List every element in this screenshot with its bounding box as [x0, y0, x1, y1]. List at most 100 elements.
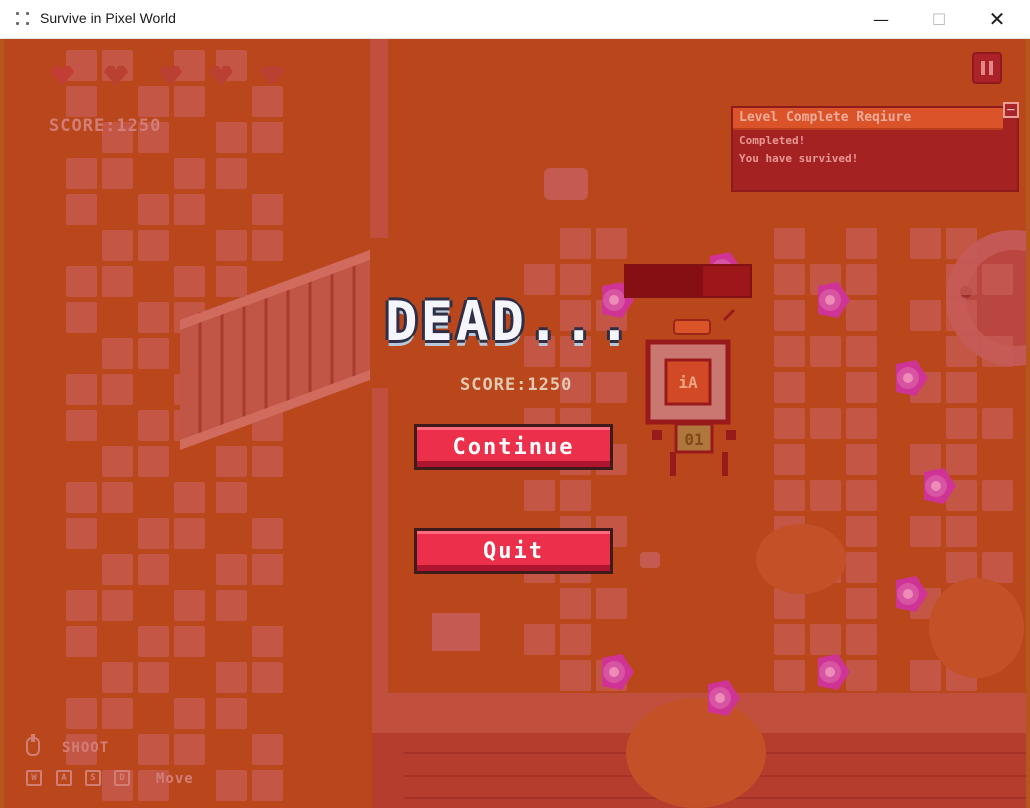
floor-tile	[138, 734, 169, 765]
floor-tile	[846, 516, 877, 547]
floor-tile	[216, 698, 247, 729]
floor-tile	[138, 554, 169, 585]
floor-tile	[174, 590, 205, 621]
floor-tile	[810, 408, 841, 439]
floor-tile	[846, 228, 877, 259]
floor-tile	[982, 408, 1013, 439]
floor-tile	[102, 266, 133, 297]
floor-tile	[774, 372, 805, 403]
floor-tile	[982, 264, 1013, 295]
floor-tile	[138, 194, 169, 225]
continue-button[interactable]: Continue	[414, 424, 613, 470]
floor-tile	[66, 266, 97, 297]
floor-tile	[946, 408, 977, 439]
floor-tile	[138, 86, 169, 117]
floor-tile	[524, 624, 555, 655]
floor-tile	[846, 552, 877, 583]
floor-tile	[560, 228, 591, 259]
heart-icon	[104, 66, 128, 86]
floor-tile	[174, 698, 205, 729]
minimize-button[interactable]: —	[852, 0, 910, 38]
floor-tile	[846, 624, 877, 655]
floor-tile	[252, 554, 283, 585]
floor-tile	[102, 374, 133, 405]
floor-tile	[216, 482, 247, 513]
floor-tile	[810, 336, 841, 367]
close-button[interactable]: ✕	[968, 0, 1026, 38]
floor-tile	[252, 734, 283, 765]
floor-tile	[524, 480, 555, 511]
bush	[626, 698, 766, 808]
floor-tile	[216, 122, 247, 153]
pause-icon	[981, 61, 985, 75]
floor-tile	[252, 518, 283, 549]
floor-tile	[102, 590, 133, 621]
floor-tile	[66, 482, 97, 513]
mouse-icon	[26, 734, 40, 756]
heart-icon	[158, 66, 182, 86]
quest-panel: Level Complete Reqiure − Completed! You …	[731, 102, 1019, 192]
heart-icon	[209, 66, 233, 86]
floor-tile	[774, 444, 805, 475]
key-w: W	[26, 770, 42, 786]
floor-tile	[138, 302, 169, 333]
floor-tile	[774, 624, 805, 655]
enemy-orb	[602, 654, 634, 690]
key-s: S	[85, 770, 101, 786]
pause-button[interactable]	[972, 52, 1002, 84]
floor-tile	[774, 264, 805, 295]
floor-tile	[174, 86, 205, 117]
quest-line: You have survived!	[739, 152, 859, 165]
shoot-hint: SHOOT	[62, 740, 110, 756]
floor-tile	[102, 554, 133, 585]
floor-tile	[946, 516, 977, 547]
key-d: D	[114, 770, 130, 786]
floor-tile	[560, 660, 591, 691]
floor-tile	[846, 588, 877, 619]
floor-tile	[774, 300, 805, 331]
floor-tile	[174, 518, 205, 549]
floor-tile	[66, 698, 97, 729]
game-viewport[interactable]: SCORE:1250 Level Complete Reqiure − Comp…	[4, 38, 1026, 808]
window-title: Survive in Pixel World	[40, 10, 176, 26]
floor-tile	[174, 194, 205, 225]
floor-tile	[774, 660, 805, 691]
heart-icon	[50, 66, 74, 86]
floor-tile	[946, 336, 977, 367]
floor-tile	[846, 408, 877, 439]
quest-collapse-button[interactable]: −	[1003, 102, 1019, 118]
floor-tile	[846, 372, 877, 403]
floor-tile	[846, 480, 877, 511]
floor-tile	[216, 590, 247, 621]
quest-title: Level Complete Reqiure	[739, 110, 912, 125]
game-window: Survive in Pixel World — ☐ ✕ SCORE:1250 …	[0, 0, 1030, 808]
staircase	[180, 250, 370, 450]
floor-tile	[810, 480, 841, 511]
floor-tile	[252, 86, 283, 117]
floor-tile	[174, 626, 205, 657]
floor-tile	[138, 446, 169, 477]
maximize-button[interactable]: ☐	[910, 0, 968, 38]
floor-tile	[66, 374, 97, 405]
floor-tile	[66, 86, 97, 117]
quit-button[interactable]: Quit	[414, 528, 613, 574]
floor-tile	[216, 662, 247, 693]
floor-tile	[66, 590, 97, 621]
app-icon	[16, 12, 30, 26]
floor-tile	[846, 444, 877, 475]
floor-tile	[138, 518, 169, 549]
floor-tile	[982, 336, 1013, 367]
floor-tile	[216, 770, 247, 801]
move-hint: Move	[156, 771, 194, 787]
floor-tile	[66, 518, 97, 549]
floor-tile	[910, 516, 941, 547]
floor-tile	[66, 158, 97, 189]
quest-line: Completed!	[739, 134, 806, 147]
enemy-orb	[924, 468, 956, 504]
floor-tile	[774, 228, 805, 259]
final-score: SCORE:1250	[460, 375, 573, 395]
floor-tile	[216, 158, 247, 189]
enemy-orb	[896, 360, 928, 396]
dead-title: DEAD...	[385, 290, 634, 353]
floor-tile	[102, 698, 133, 729]
